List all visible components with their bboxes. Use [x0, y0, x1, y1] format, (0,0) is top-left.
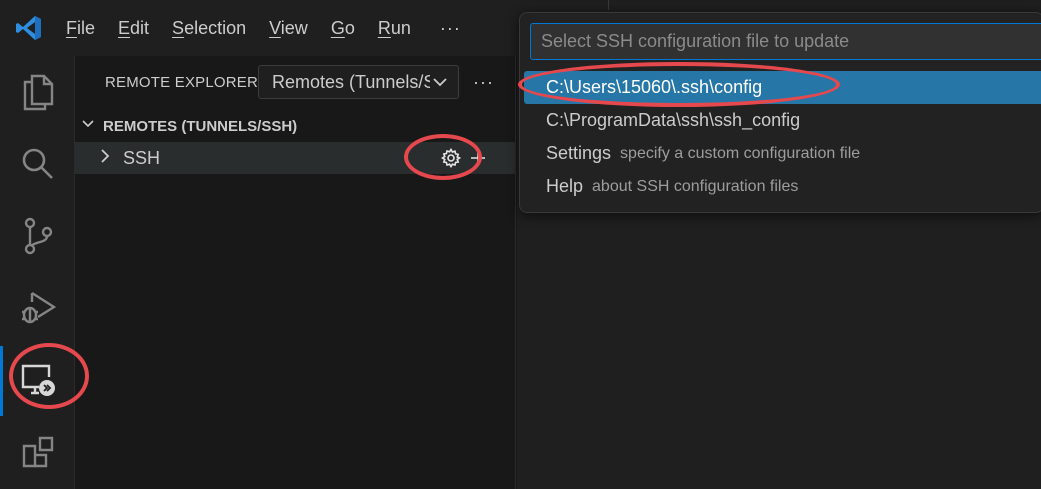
explorer-icon[interactable]	[0, 56, 75, 128]
gear-icon[interactable]	[440, 147, 462, 173]
tree-item-ssh[interactable]: SSH	[75, 142, 515, 174]
extensions-icon[interactable]	[0, 416, 75, 488]
quick-pick-item-user-config[interactable]: C:\Users\15060\.ssh\config	[524, 71, 1041, 104]
menu-view[interactable]: View	[269, 18, 308, 39]
menu-selection[interactable]: Selection	[172, 18, 246, 39]
tree-item-label: SSH	[123, 147, 161, 168]
activity-bar	[0, 56, 75, 489]
quick-pick-item-description: about SSH configuration files	[592, 177, 799, 195]
search-icon[interactable]	[0, 128, 75, 200]
add-icon[interactable]	[469, 149, 487, 172]
menu-run[interactable]: Run	[378, 18, 411, 39]
run-debug-icon[interactable]	[0, 272, 75, 344]
remotes-dropdown[interactable]: Remotes (Tunnels/SSH)	[258, 65, 459, 99]
menu-more-button[interactable]: ···	[440, 18, 461, 39]
quick-pick-item-label: Help	[546, 176, 584, 196]
quick-pick-item-label: C:\Users\15060\.ssh\config	[546, 77, 763, 97]
menu-edit[interactable]: Edit	[118, 18, 149, 39]
quick-pick: C:\Users\15060\.ssh\config C:\ProgramDat…	[519, 12, 1041, 213]
row-actions	[440, 147, 487, 173]
side-bar: REMOTE EXPLORER Remotes (Tunnels/SSH) ··…	[75, 56, 516, 489]
quick-pick-item-settings[interactable]: Settings specify a custom configuration …	[520, 137, 1041, 170]
remote-explorer-icon[interactable]	[0, 344, 75, 416]
remotes-dropdown-value: Remotes (Tunnels/SSH)	[272, 71, 430, 92]
quick-pick-item-help[interactable]: Help about SSH configuration files	[520, 170, 1041, 203]
sidebar-title: REMOTE EXPLORER	[105, 73, 259, 91]
quick-pick-input[interactable]	[530, 23, 1041, 60]
chevron-down-icon	[81, 117, 95, 135]
quick-pick-item-description: specify a custom configuration file	[620, 144, 861, 162]
divider	[608, 0, 609, 10]
menu-file[interactable]: File	[66, 18, 95, 39]
quick-pick-item-label: C:\ProgramData\ssh\ssh_config	[546, 110, 801, 130]
quick-pick-item-system-config[interactable]: C:\ProgramData\ssh\ssh_config	[520, 104, 1041, 137]
section-title: REMOTES (TUNNELS/SSH)	[103, 117, 298, 135]
quick-pick-item-label: Settings	[546, 143, 612, 163]
sidebar-header: REMOTE EXPLORER	[105, 64, 258, 100]
sidebar-more-button[interactable]: ···	[473, 72, 494, 93]
quick-pick-list: C:\Users\15060\.ssh\config C:\ProgramDat…	[520, 71, 1041, 203]
source-control-icon[interactable]	[0, 200, 75, 272]
section-header-remotes[interactable]: REMOTES (TUNNELS/SSH)	[81, 114, 297, 138]
chevron-right-icon	[99, 148, 111, 169]
vscode-logo-icon	[14, 13, 44, 43]
chevron-down-icon	[432, 74, 448, 95]
menu-go[interactable]: Go	[331, 18, 355, 39]
